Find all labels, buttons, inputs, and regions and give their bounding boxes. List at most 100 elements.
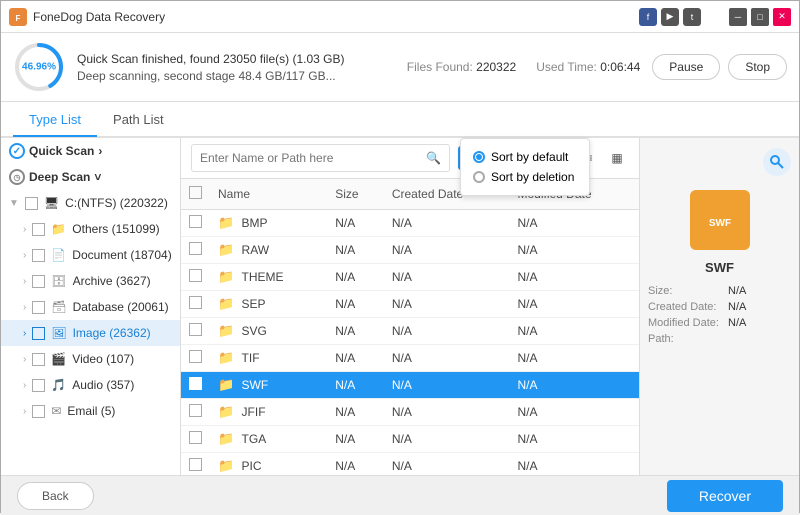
- sidebar: ✓ Quick Scan › ◷ Deep Scan ˅ ▼ 🖥 C:(NTFS…: [1, 138, 181, 475]
- table-row[interactable]: 📁 BMP N/A N/A N/A: [181, 210, 639, 237]
- drive-checkbox[interactable]: [25, 197, 38, 210]
- top-buttons: Pause Stop: [652, 54, 787, 80]
- sort-default-option[interactable]: Sort by default: [469, 147, 581, 167]
- tab-type-list[interactable]: Type List: [13, 104, 97, 137]
- row-created: N/A: [384, 237, 510, 264]
- sidebar-item-image[interactable]: › 🖼 Image (26362): [1, 320, 180, 346]
- document-checkbox[interactable]: [32, 249, 45, 262]
- sidebar-item-others[interactable]: › 📁 Others (151099): [1, 216, 180, 242]
- row-checkbox[interactable]: [189, 323, 202, 336]
- video-checkbox[interactable]: [32, 353, 45, 366]
- select-all-checkbox[interactable]: [189, 186, 202, 199]
- maximize-button[interactable]: □: [751, 8, 769, 26]
- row-checkbox[interactable]: [189, 458, 202, 471]
- deep-scan-arrow-icon: ˅: [94, 170, 101, 184]
- preview-info: Size: N/A Created Date: N/A Modified Dat…: [648, 285, 791, 349]
- sidebar-item-document[interactable]: › 📄 Document (18704): [1, 242, 180, 268]
- sidebar-item-video[interactable]: › 🎬 Video (107): [1, 346, 180, 372]
- file-area: 🔍 Filter 👁 ⊞ ≡ ▦ Sort by default Sort by…: [181, 138, 639, 475]
- audio-checkbox[interactable]: [32, 379, 45, 392]
- row-name: SEP: [242, 297, 266, 311]
- close-button[interactable]: ✕: [773, 8, 791, 26]
- row-created: N/A: [384, 345, 510, 372]
- document-icon: 📄: [51, 248, 66, 262]
- pause-button[interactable]: Pause: [652, 54, 720, 80]
- image-checkbox[interactable]: [32, 327, 45, 340]
- row-created: N/A: [384, 399, 510, 426]
- row-name: PIC: [242, 459, 262, 473]
- preview-file-icon: SWF: [690, 190, 750, 250]
- document-label: Document (18704): [72, 248, 172, 262]
- row-checkbox[interactable]: [189, 377, 202, 390]
- preview-search-icon[interactable]: [763, 148, 791, 176]
- row-checkbox[interactable]: [189, 215, 202, 228]
- row-checkbox[interactable]: [189, 431, 202, 444]
- table-row[interactable]: 📁 TIF N/A N/A N/A: [181, 345, 639, 372]
- row-size: N/A: [327, 345, 384, 372]
- database-label: Database (20061): [73, 300, 172, 314]
- sidebar-item-email[interactable]: › ✉ Email (5): [1, 398, 180, 424]
- row-created: N/A: [384, 291, 510, 318]
- sidebar-deep-scan[interactable]: ◷ Deep Scan ˅: [1, 164, 180, 190]
- columns-view-icon[interactable]: ▦: [605, 146, 629, 170]
- row-checkbox[interactable]: [189, 269, 202, 282]
- table-row[interactable]: 📁 TGA N/A N/A N/A: [181, 426, 639, 453]
- recover-button[interactable]: Recover: [667, 480, 783, 512]
- table-row[interactable]: 📁 THEME N/A N/A N/A: [181, 264, 639, 291]
- table-row[interactable]: 📁 RAW N/A N/A N/A: [181, 237, 639, 264]
- twitter-icon[interactable]: t: [683, 8, 701, 26]
- back-button[interactable]: Back: [17, 482, 94, 510]
- svg-text:F: F: [16, 14, 21, 23]
- files-found-value: 220322: [476, 60, 516, 74]
- tab-path-list[interactable]: Path List: [97, 104, 180, 137]
- table-row[interactable]: 📁 PIC N/A N/A N/A: [181, 453, 639, 476]
- progress-stats: Files Found: 220322 Used Time: 0:06:44: [407, 60, 641, 74]
- row-created: N/A: [384, 210, 510, 237]
- quick-scan-label: Quick Scan: [29, 144, 94, 158]
- table-row[interactable]: 📁 JFIF N/A N/A N/A: [181, 399, 639, 426]
- sidebar-quick-scan[interactable]: ✓ Quick Scan ›: [1, 138, 180, 164]
- row-name: SWF: [242, 378, 269, 392]
- row-checkbox[interactable]: [189, 404, 202, 417]
- row-modified: N/A: [509, 237, 639, 264]
- archive-checkbox[interactable]: [32, 275, 45, 288]
- row-checkbox[interactable]: [189, 350, 202, 363]
- sort-deletion-label: Sort by deletion: [491, 170, 574, 184]
- quick-scan-check-icon: ✓: [9, 143, 25, 159]
- sidebar-item-audio[interactable]: › 🎵 Audio (357): [1, 372, 180, 398]
- drive-label: C:(NTFS) (220322): [65, 196, 168, 210]
- search-input[interactable]: [200, 151, 422, 165]
- row-created: N/A: [384, 426, 510, 453]
- sidebar-drive[interactable]: ▼ 🖥 C:(NTFS) (220322): [1, 190, 180, 216]
- archive-label: Archive (3627): [73, 274, 172, 288]
- minimize-button[interactable]: ─: [729, 8, 747, 26]
- others-checkbox[interactable]: [32, 223, 45, 236]
- preview-panel: SWF SWF Size: N/A Created Date: N/A Modi…: [639, 138, 799, 475]
- table-row[interactable]: 📁 SEP N/A N/A N/A: [181, 291, 639, 318]
- facebook-icon[interactable]: f: [639, 8, 657, 26]
- row-checkbox[interactable]: [189, 242, 202, 255]
- sidebar-item-database[interactable]: › 🗃 Database (20061): [1, 294, 180, 320]
- preview-size-value: N/A: [728, 285, 746, 297]
- sort-deletion-option[interactable]: Sort by deletion: [469, 167, 581, 187]
- folder-icon: 📁: [218, 431, 234, 446]
- image-icon: 🖼: [51, 326, 66, 340]
- deep-scan-clock-icon: ◷: [9, 169, 25, 185]
- email-icon: ✉: [51, 404, 61, 418]
- email-checkbox[interactable]: [32, 405, 45, 418]
- folder-icon: 📁: [218, 377, 234, 392]
- row-modified: N/A: [509, 453, 639, 476]
- preview-created-label: Created Date:: [648, 301, 728, 313]
- sidebar-item-archive[interactable]: › 🗄 Archive (3627): [1, 268, 180, 294]
- others-label: Others (151099): [72, 222, 172, 236]
- stop-button[interactable]: Stop: [728, 54, 787, 80]
- database-checkbox[interactable]: [32, 301, 45, 314]
- folder-icon: 📁: [218, 350, 234, 365]
- quick-scan-arrow-icon: ›: [98, 144, 102, 158]
- table-row[interactable]: 📁 SVG N/A N/A N/A: [181, 318, 639, 345]
- table-row[interactable]: 📁 SWF N/A N/A N/A: [181, 372, 639, 399]
- row-checkbox[interactable]: [189, 296, 202, 309]
- search-icon: 🔍: [426, 151, 441, 165]
- youtube-icon[interactable]: ▶: [661, 8, 679, 26]
- row-size: N/A: [327, 210, 384, 237]
